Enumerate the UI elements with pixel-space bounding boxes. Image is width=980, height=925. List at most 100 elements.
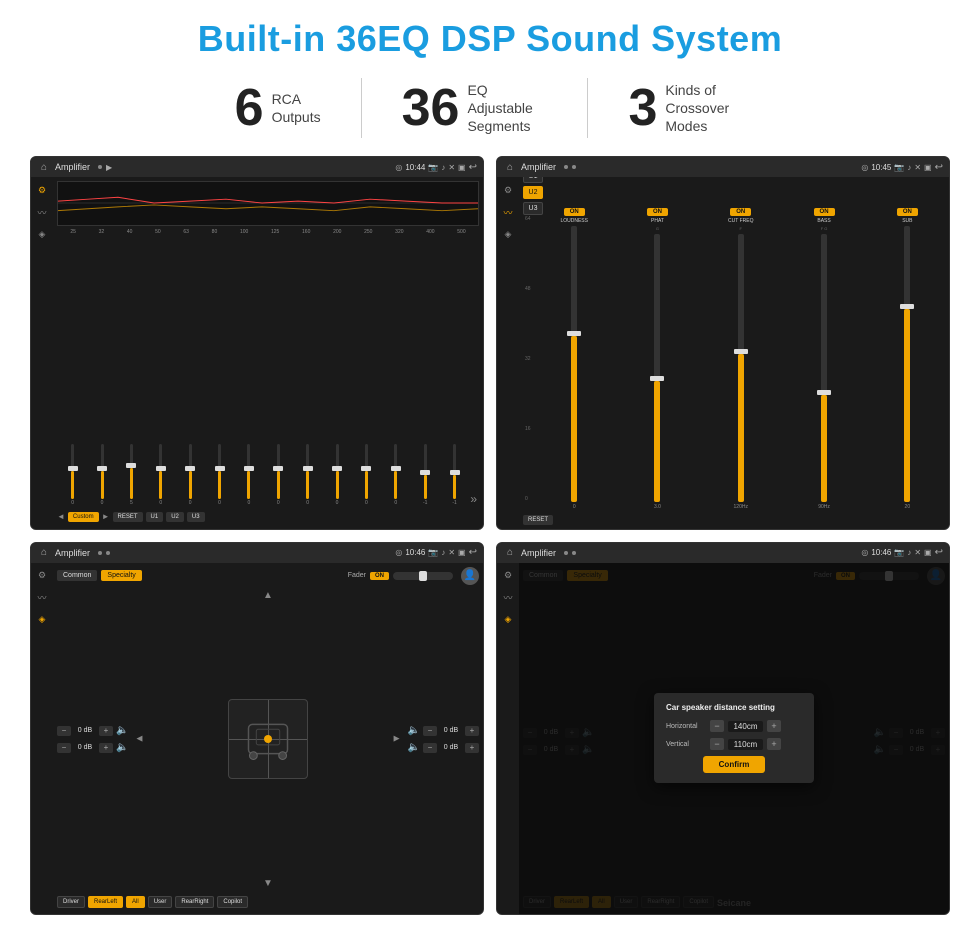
vertical-plus-btn[interactable]: + bbox=[767, 738, 781, 750]
eq-slider-3[interactable]: 0 bbox=[147, 444, 174, 506]
eq-slider-4[interactable]: 0 bbox=[177, 444, 204, 506]
time-crossover: 10:45 bbox=[871, 163, 891, 172]
bass-track[interactable] bbox=[821, 234, 827, 502]
fader-left-col: − 0 dB + 🔈 − 0 dB + 🔈 bbox=[57, 588, 128, 892]
phat-label: PHAT bbox=[651, 218, 664, 224]
prev-icon[interactable]: ◄ bbox=[57, 512, 65, 521]
up-arrow[interactable]: ▲ bbox=[263, 590, 273, 601]
eq-icon-4[interactable]: ⚙ bbox=[501, 569, 515, 583]
right-arrow[interactable]: ► bbox=[392, 734, 402, 745]
stat-label-crossover: Kinds of Crossover Modes bbox=[665, 81, 745, 136]
horizontal-plus-btn[interactable]: + bbox=[767, 720, 781, 732]
fl-plus[interactable]: + bbox=[99, 726, 113, 736]
stat-number-rca: 6 bbox=[235, 82, 264, 134]
loudness-on-btn[interactable]: ON bbox=[564, 208, 585, 216]
copilot-btn[interactable]: Copilot bbox=[217, 896, 248, 908]
eq-icon[interactable]: ⚙ bbox=[35, 183, 49, 197]
sub-track[interactable] bbox=[904, 226, 910, 502]
more-icon[interactable]: » bbox=[470, 492, 477, 506]
driver-btn[interactable]: Driver bbox=[57, 896, 85, 908]
eq-graph-svg bbox=[58, 182, 478, 225]
cutfreq-label: CUT FREQ bbox=[728, 218, 753, 224]
rearright-btn[interactable]: RearRight bbox=[175, 896, 214, 908]
eq-slider-12[interactable]: -1 bbox=[412, 444, 439, 506]
fader-center: ▲ ▼ ◄ ► bbox=[132, 588, 403, 892]
wave-icon-3[interactable]: 〰 bbox=[35, 591, 49, 605]
custom-btn[interactable]: Custom bbox=[68, 512, 99, 522]
ss-sidebar-distance: ⚙ 〰 ◈ bbox=[497, 563, 519, 915]
wave-icon[interactable]: 〰 bbox=[35, 205, 49, 219]
cutfreq-track[interactable] bbox=[738, 234, 744, 502]
fr-minus[interactable]: − bbox=[423, 726, 437, 736]
all-btn[interactable]: All bbox=[126, 896, 145, 908]
eq-slider-7[interactable]: 0 bbox=[265, 444, 292, 506]
sub-label: SUB bbox=[902, 218, 912, 224]
fl-speaker: 🔈 bbox=[116, 725, 128, 736]
rl-minus[interactable]: − bbox=[57, 743, 71, 753]
x-icon-fader: ✕ bbox=[448, 548, 455, 557]
car-diagram-svg bbox=[229, 700, 307, 778]
bass-on-btn[interactable]: ON bbox=[814, 208, 835, 216]
phat-on-btn[interactable]: ON bbox=[647, 208, 668, 216]
x-icon-crossover: ✕ bbox=[914, 163, 921, 172]
eq-slider-10[interactable]: 0 bbox=[353, 444, 380, 506]
eq-slider-1[interactable]: 0 bbox=[88, 444, 115, 506]
eq-slider-11[interactable]: 0 bbox=[382, 444, 409, 506]
next-icon[interactable]: ► bbox=[102, 512, 110, 521]
rl-plus[interactable]: + bbox=[99, 743, 113, 753]
u3-btn[interactable]: U3 bbox=[187, 512, 205, 522]
eq-icon-2[interactable]: ⚙ bbox=[501, 183, 515, 197]
user-btn[interactable]: User bbox=[148, 896, 173, 908]
fader-on-btn[interactable]: ON bbox=[370, 572, 389, 580]
topbar-icons-crossover: ◎ 10:45 📷 ♪ ✕ ▣ ↩ bbox=[861, 162, 943, 173]
eq-slider-9[interactable]: 0 bbox=[323, 444, 350, 506]
time-eq: 10:44 bbox=[405, 163, 425, 172]
loudness-track[interactable] bbox=[571, 226, 577, 502]
speaker-icon[interactable]: ◈ bbox=[35, 227, 49, 241]
wave-icon-4[interactable]: 〰 bbox=[501, 591, 515, 605]
app-name-crossover: Amplifier bbox=[521, 162, 556, 172]
ss-content-crossover: ⚙ 〰 ◈ U1 U2 U3 bbox=[497, 177, 949, 529]
eq-slider-6[interactable]: 0 bbox=[235, 444, 262, 506]
fl-minus[interactable]: − bbox=[57, 726, 71, 736]
eq-slider-8[interactable]: 0 bbox=[294, 444, 321, 506]
fader-icon-4[interactable]: ◈ bbox=[501, 613, 515, 627]
u1-preset[interactable]: U1 bbox=[523, 177, 543, 183]
eq-icon-3[interactable]: ⚙ bbox=[35, 569, 49, 583]
cutfreq-on-btn[interactable]: ON bbox=[730, 208, 751, 216]
u1-btn[interactable]: U1 bbox=[146, 512, 164, 522]
crossover-icon[interactable]: 〰 bbox=[501, 205, 515, 219]
camera-icon-distance: 📷 bbox=[894, 548, 904, 557]
fr-plus[interactable]: + bbox=[465, 726, 479, 736]
eq-slider-5[interactable]: 0 bbox=[206, 444, 233, 506]
fader-thumb[interactable] bbox=[419, 571, 427, 581]
common-tab[interactable]: Common bbox=[57, 570, 97, 581]
specialty-tab[interactable]: Specialty bbox=[101, 570, 141, 581]
sub-on-btn[interactable]: ON bbox=[897, 208, 918, 216]
down-arrow[interactable]: ▼ bbox=[263, 878, 273, 889]
status-dot-eq bbox=[98, 165, 102, 169]
eq-slider-2[interactable]: 5 bbox=[118, 444, 145, 506]
speaker-icon-2[interactable]: ◈ bbox=[501, 227, 515, 241]
vertical-minus-btn[interactable]: − bbox=[710, 738, 724, 750]
confirm-button[interactable]: Confirm bbox=[703, 756, 766, 773]
reset-btn[interactable]: RESET bbox=[113, 512, 143, 522]
horizontal-minus-btn[interactable]: − bbox=[710, 720, 724, 732]
rr-minus[interactable]: − bbox=[423, 743, 437, 753]
fader-slider[interactable] bbox=[393, 572, 453, 580]
loudness-label: LOUDNESS bbox=[560, 218, 588, 224]
phat-track[interactable] bbox=[654, 234, 660, 502]
status-dot2-distance bbox=[572, 551, 576, 555]
status-dot2-fader bbox=[106, 551, 110, 555]
left-arrow[interactable]: ◄ bbox=[134, 734, 144, 745]
screen-icon-eq: ▣ bbox=[458, 163, 466, 172]
rr-plus[interactable]: + bbox=[465, 743, 479, 753]
fader-icon[interactable]: ◈ bbox=[35, 613, 49, 627]
u2-btn[interactable]: U2 bbox=[166, 512, 184, 522]
eq-slider-0[interactable]: 0 bbox=[59, 444, 86, 506]
eq-slider-13[interactable]: -1 bbox=[441, 444, 468, 506]
u2-preset[interactable]: U2 bbox=[523, 186, 543, 199]
rearleft-btn[interactable]: RearLeft bbox=[88, 896, 123, 908]
horizontal-row: Horizontal − 140cm + bbox=[666, 720, 802, 732]
crossover-reset-btn[interactable]: RESET bbox=[523, 515, 553, 525]
